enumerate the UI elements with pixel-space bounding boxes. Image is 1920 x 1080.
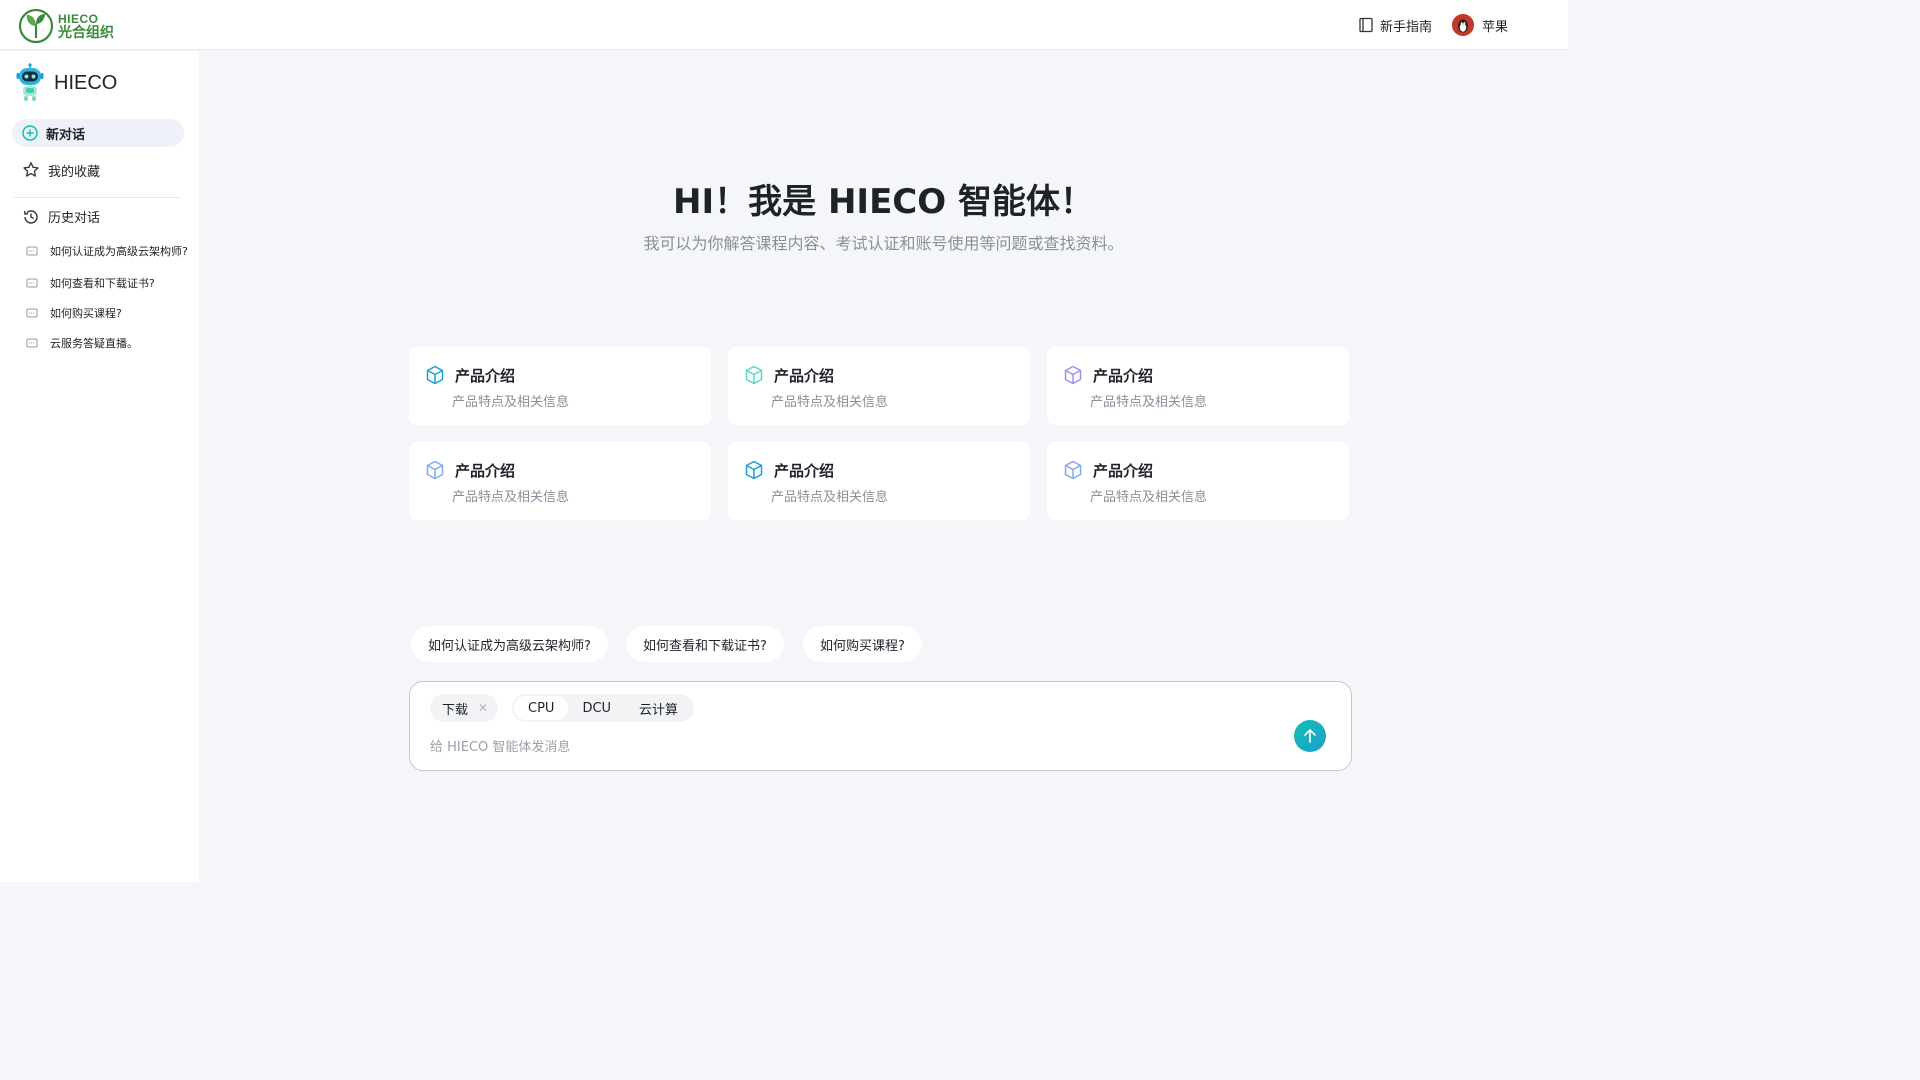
cube-icon bbox=[745, 460, 763, 480]
card-title: 产品介绍 bbox=[1093, 462, 1154, 480]
new-chat-button[interactable]: 新对话 bbox=[12, 119, 184, 147]
message-composer: 下载 ✕ CPU DCU 云计算 bbox=[409, 681, 1352, 771]
suggestion-chip[interactable]: 如何购买课程? bbox=[803, 626, 922, 662]
product-intro-card[interactable]: 产品介绍 产品特点及相关信息 bbox=[409, 442, 711, 520]
card-title: 产品介绍 bbox=[774, 367, 835, 385]
leaf-logo-icon bbox=[18, 8, 54, 44]
arrow-up-icon bbox=[1304, 729, 1316, 743]
logo-text-en: HIECO bbox=[58, 11, 99, 26]
penguin-avatar-icon bbox=[1451, 14, 1474, 36]
suggestion-chip[interactable]: 如何查看和下载证书? bbox=[626, 626, 784, 662]
chat-bubble-icon bbox=[26, 278, 38, 288]
card-description: 产品特点及相关信息 bbox=[1090, 395, 1208, 410]
new-chat-label: 新对话 bbox=[46, 127, 86, 143]
send-button[interactable] bbox=[1294, 720, 1326, 752]
book-icon bbox=[1359, 17, 1373, 33]
page-subtitle: 我可以为你解答课程内容、考试认证和账号使用等问题或查找资料。 bbox=[643, 234, 1124, 253]
history-item[interactable]: 如何购买课程? bbox=[26, 305, 122, 321]
guide-label: 新手指南 bbox=[1379, 19, 1432, 35]
star-icon bbox=[23, 162, 39, 177]
suggestion-chip[interactable]: 如何认证成为高级云架构师? bbox=[411, 626, 608, 662]
history-item-label: 如何认证成为高级云架构师? bbox=[50, 245, 188, 258]
favorites-label: 我的收藏 bbox=[48, 164, 101, 180]
cube-icon bbox=[426, 365, 444, 385]
product-intro-card[interactable]: 产品介绍 产品特点及相关信息 bbox=[1047, 442, 1349, 520]
history-item[interactable]: 如何认证成为高级云架构师? bbox=[26, 243, 188, 259]
close-icon[interactable]: ✕ bbox=[478, 701, 488, 715]
beginner-guide-link[interactable]: 新手指南 bbox=[1358, 16, 1432, 35]
top-bar: HIECO 光合组织 新手指南 苹果 bbox=[0, 0, 1568, 50]
chat-bubble-icon bbox=[26, 246, 38, 256]
card-description: 产品特点及相关信息 bbox=[771, 395, 889, 410]
sidebar-brand-name: HIECO bbox=[54, 71, 118, 94]
history-item-label: 云服务答疑直播。 bbox=[50, 337, 138, 350]
segment-cpu[interactable]: CPU bbox=[514, 696, 569, 720]
download-tag[interactable]: 下载 ✕ bbox=[430, 694, 499, 722]
history-clock-icon bbox=[23, 209, 38, 224]
cube-icon bbox=[1064, 365, 1082, 385]
message-input[interactable] bbox=[430, 736, 1290, 758]
robot-icon bbox=[16, 63, 44, 101]
sidebar-divider bbox=[14, 197, 180, 198]
card-description: 产品特点及相关信息 bbox=[452, 395, 570, 410]
card-title: 产品介绍 bbox=[455, 462, 516, 480]
card-description: 产品特点及相关信息 bbox=[452, 490, 570, 505]
product-intro-card[interactable]: 产品介绍 产品特点及相关信息 bbox=[1047, 347, 1349, 425]
cube-icon bbox=[1064, 460, 1082, 480]
chat-bubble-icon bbox=[26, 338, 38, 348]
download-tag-label: 下载 bbox=[442, 702, 469, 718]
card-title: 产品介绍 bbox=[455, 367, 516, 385]
history-title-label: 历史对话 bbox=[48, 211, 101, 226]
page-title: HI！我是 HIECO 智能体！ bbox=[673, 182, 1094, 222]
cube-icon bbox=[426, 460, 444, 480]
user-name: 苹果 bbox=[1481, 19, 1508, 35]
history-item[interactable]: 云服务答疑直播。 bbox=[26, 335, 138, 351]
history-section-title: 历史对话 bbox=[22, 207, 100, 226]
history-item[interactable]: 如何查看和下载证书? bbox=[26, 275, 155, 291]
user-menu[interactable]: 苹果 bbox=[1451, 14, 1508, 36]
chat-bubble-icon bbox=[26, 308, 38, 318]
product-intro-card[interactable]: 产品介绍 产品特点及相关信息 bbox=[728, 347, 1030, 425]
favorites-link[interactable]: 我的收藏 bbox=[12, 156, 184, 184]
product-intro-card[interactable]: 产品介绍 产品特点及相关信息 bbox=[728, 442, 1030, 520]
site-logo[interactable]: HIECO 光合组织 bbox=[18, 8, 114, 44]
history-item-label: 如何购买课程? bbox=[50, 307, 122, 320]
card-title: 产品介绍 bbox=[1093, 367, 1154, 385]
model-segmented-control: CPU DCU 云计算 bbox=[512, 694, 695, 722]
sidebar: HIECO 新对话 我的收藏 历史对话 如何认证成为高级云架构师? 如何查看和下… bbox=[0, 51, 199, 882]
avatar bbox=[1451, 14, 1474, 36]
history-item-label: 如何查看和下载证书? bbox=[50, 277, 155, 290]
card-title: 产品介绍 bbox=[774, 462, 835, 480]
segment-dcu[interactable]: DCU bbox=[568, 696, 625, 720]
logo-text-cn: 光合组织 bbox=[58, 24, 114, 41]
product-intro-card[interactable]: 产品介绍 产品特点及相关信息 bbox=[409, 347, 711, 425]
card-description: 产品特点及相关信息 bbox=[1090, 490, 1208, 505]
plus-circle-icon bbox=[22, 125, 38, 141]
card-description: 产品特点及相关信息 bbox=[771, 490, 889, 505]
sidebar-brand: HIECO bbox=[14, 63, 117, 103]
cube-icon bbox=[745, 365, 763, 385]
segment-cloud-computing[interactable]: 云计算 bbox=[625, 696, 692, 720]
